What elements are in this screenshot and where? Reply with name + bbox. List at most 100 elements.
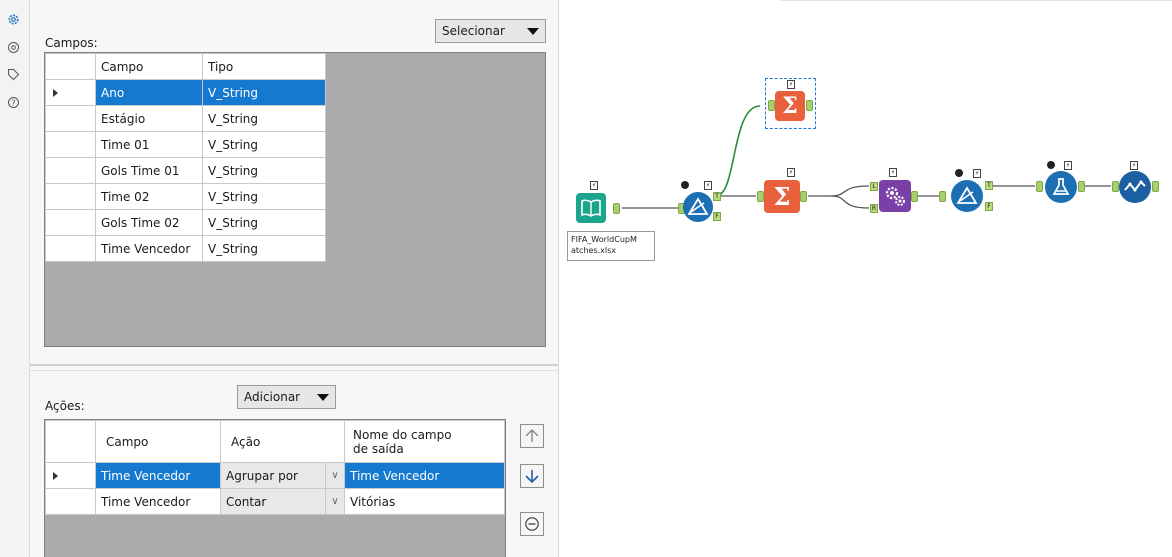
annotation-line-2: atches.xlsx — [571, 246, 616, 255]
workflow-canvas[interactable]: ⚡ FIFA_WorldCupM atches.xlsx ⚡ T F ⚡ Σ ⚡… — [559, 0, 1172, 557]
formula-tool[interactable] — [1045, 171, 1077, 203]
campo-cell[interactable]: Ano — [95, 79, 203, 106]
row-selector[interactable] — [45, 488, 96, 515]
acao-combo[interactable]: Contar ∨ — [220, 488, 345, 515]
arrow-up-icon — [525, 429, 539, 442]
acoes-label: Ações: — [45, 399, 85, 413]
tag-icon[interactable] — [7, 68, 20, 81]
row-selector[interactable] — [45, 235, 96, 262]
false-anchor[interactable]: F — [713, 212, 721, 221]
output-anchor[interactable] — [800, 191, 807, 202]
connections-layer — [622, 105, 1111, 209]
campo-cell[interactable]: Gols Time 01 — [95, 157, 203, 184]
connection-line-selected — [715, 105, 761, 197]
selecionar-dropdown[interactable]: Selecionar — [435, 19, 546, 43]
table-row[interactable]: Time 01 V_String — [45, 131, 326, 158]
lightning-badge: ⚡ — [1064, 161, 1072, 170]
chevron-down-icon — [317, 393, 329, 401]
output-anchor[interactable] — [911, 191, 918, 202]
campo-cell[interactable]: Estágio — [95, 105, 203, 132]
acoes-grid: Campo Ação Nome do campo de saída Time V… — [44, 419, 506, 557]
summarize-tool-selected[interactable]: Σ — [775, 91, 805, 121]
campos-table: Campo Tipo Ano V_String Estágio V_String… — [45, 53, 326, 262]
book-icon — [581, 199, 601, 217]
table-row[interactable]: Time Vencedor V_String — [45, 235, 326, 262]
campo-cell[interactable]: Time 01 — [95, 131, 203, 158]
table-row[interactable]: Time Vencedor Agrupar por ∨ Time Vencedor — [45, 462, 505, 489]
input-anchor[interactable] — [1036, 181, 1043, 192]
adicionar-label: Adicionar — [244, 390, 301, 404]
tipo-cell[interactable]: V_String — [202, 157, 326, 184]
join-tool[interactable] — [879, 180, 911, 212]
row-selector[interactable] — [45, 105, 96, 132]
campo-cell[interactable]: Time Vencedor — [95, 462, 221, 489]
lightning-badge: ⚡ — [787, 168, 795, 177]
row-selector[interactable] — [45, 462, 96, 489]
table-row[interactable]: Estágio V_String — [45, 105, 326, 132]
true-anchor[interactable]: T — [713, 192, 721, 201]
browse-icon — [1124, 180, 1146, 192]
at-icon[interactable] — [7, 41, 20, 54]
input-data-tool[interactable] — [576, 193, 606, 223]
campos-header-tipo: Tipo — [202, 53, 326, 80]
campo-cell[interactable]: Time 02 — [95, 183, 203, 210]
gear-icon[interactable] — [7, 13, 20, 26]
campo-cell[interactable]: Time Vencedor — [95, 235, 203, 262]
row-selector[interactable] — [45, 79, 96, 106]
tipo-cell[interactable]: V_String — [202, 79, 326, 106]
acoes-header-acao: Ação — [220, 420, 345, 463]
table-row[interactable]: Time Vencedor Contar ∨ Vitórias — [45, 488, 505, 515]
row-selector[interactable] — [45, 157, 96, 184]
table-row[interactable]: Gols Time 02 V_String — [45, 209, 326, 236]
campos-header-campo: Campo — [95, 53, 203, 80]
filter-tool[interactable] — [683, 192, 713, 222]
input-anchor[interactable] — [1112, 181, 1119, 192]
true-anchor[interactable]: T — [985, 181, 993, 190]
input-anchor[interactable] — [757, 191, 764, 202]
row-selector[interactable] — [45, 183, 96, 210]
right-anchor[interactable]: R — [870, 204, 878, 213]
tipo-cell[interactable]: V_String — [202, 209, 326, 236]
campos-grid: Campo Tipo Ano V_String Estágio V_String… — [44, 52, 546, 347]
row-selector[interactable] — [45, 131, 96, 158]
chevron-down-icon — [527, 27, 539, 35]
tipo-cell[interactable]: V_String — [202, 131, 326, 158]
status-dot — [1047, 161, 1055, 169]
left-icon-rail: ? — [0, 0, 30, 557]
move-up-button[interactable] — [520, 424, 544, 448]
output-anchor[interactable] — [613, 203, 620, 214]
acao-combo[interactable]: Agrupar por ∨ — [220, 462, 345, 489]
adicionar-dropdown[interactable]: Adicionar — [237, 385, 336, 409]
sigma-icon: Σ — [773, 182, 791, 211]
sigma-icon: Σ — [782, 93, 798, 119]
tipo-cell[interactable]: V_String — [202, 105, 326, 132]
row-header-corner — [45, 420, 96, 463]
output-anchor[interactable] — [1078, 181, 1085, 192]
input-anchor[interactable] — [768, 100, 775, 111]
row-selector[interactable] — [45, 209, 96, 236]
flask-icon — [1052, 178, 1070, 195]
table-row[interactable]: Time 02 V_String — [45, 183, 326, 210]
nome-cell[interactable]: Vitórias — [344, 488, 505, 515]
help-icon[interactable]: ? — [7, 96, 20, 109]
false-anchor[interactable]: F — [985, 202, 993, 211]
left-anchor[interactable]: L — [870, 182, 878, 191]
move-down-button[interactable] — [520, 464, 544, 488]
output-anchor[interactable] — [806, 100, 813, 111]
tipo-cell[interactable]: V_String — [202, 235, 326, 262]
input-anchor[interactable] — [939, 191, 946, 202]
filter-tool[interactable] — [951, 180, 983, 212]
campo-cell[interactable]: Gols Time 02 — [95, 209, 203, 236]
nome-cell[interactable]: Time Vencedor — [344, 462, 505, 489]
campo-cell[interactable]: Time Vencedor — [95, 488, 221, 515]
table-row[interactable]: Gols Time 01 V_String — [45, 157, 326, 184]
section-divider[interactable] — [30, 364, 558, 366]
output-anchor[interactable] — [1152, 181, 1159, 192]
tipo-cell[interactable]: V_String — [202, 183, 326, 210]
summarize-tool[interactable]: Σ — [764, 180, 800, 213]
table-row[interactable]: Ano V_String — [45, 79, 326, 106]
lightning-badge: ⚡ — [1130, 161, 1138, 170]
browse-tool[interactable] — [1119, 171, 1151, 203]
chevron-down-icon: ∨ — [325, 489, 344, 514]
remove-button[interactable] — [520, 512, 544, 536]
